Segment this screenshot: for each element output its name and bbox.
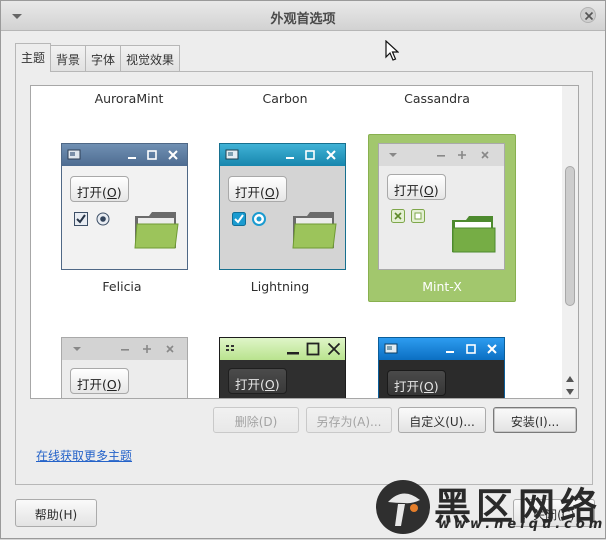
maximize-icon — [306, 342, 320, 356]
folder-icon — [134, 212, 179, 249]
mouse-cursor-icon — [385, 40, 399, 61]
theme-name: Lightning — [250, 279, 310, 294]
watermark-url: www.heiqu.com — [438, 517, 606, 532]
window-menu-icon — [226, 345, 234, 351]
scrollbar-thumb[interactable] — [565, 166, 575, 306]
preview-titlebar — [220, 144, 345, 166]
watermark: 黑区网络 www.heiqu.com — [374, 474, 606, 540]
theme-name: Felicia — [102, 279, 142, 294]
theme-preview: 打开(O) — [219, 337, 346, 398]
checkbox-checked-icon — [232, 212, 246, 226]
folder-icon — [292, 212, 337, 249]
close-icon — [166, 345, 174, 353]
preview-titlebar — [379, 144, 504, 166]
theme-preview: 打开(O) — [219, 143, 346, 270]
preview-open-button: 打开(O) — [228, 176, 287, 202]
theme-list[interactable]: AuroraMint Carbon Cassandra 打开(O) Felici… — [30, 85, 563, 399]
help-button[interactable]: 帮助(H) — [15, 499, 97, 527]
titlebar[interactable]: 外观首选项 — [1, 1, 605, 31]
preview-body: 打开(O) — [379, 166, 504, 269]
close-icon — [584, 11, 594, 21]
radio-selected-icon — [96, 212, 110, 226]
folder-icon — [452, 216, 496, 253]
preview-body: 打开(O) — [220, 166, 345, 269]
window-menu-icon — [389, 153, 397, 157]
close-icon — [481, 151, 489, 159]
preview-titlebar — [220, 338, 345, 360]
preview-body: 打开(O) — [62, 166, 187, 269]
theme-item-mint-x[interactable]: 打开(O) Mint-X — [368, 134, 516, 302]
preview-open-button: 打开(O) — [387, 174, 446, 200]
maximize-icon — [143, 345, 151, 353]
theme-preview: 打开(O) — [378, 143, 505, 270]
theme-preview: 打开(O) — [61, 143, 188, 270]
close-icon — [168, 150, 178, 160]
maximize-icon — [305, 150, 315, 160]
appearance-preferences-window: 外观首选项 主题 背景 字体 视觉效果 AuroraMint Carbon Ca… — [0, 0, 606, 539]
preview-open-button: 打开(O) — [70, 176, 129, 202]
maximize-icon — [147, 150, 157, 160]
delete-button[interactable]: 删除(D) — [213, 407, 299, 433]
preview-titlebar — [379, 338, 504, 360]
window-title: 外观首选项 — [270, 12, 336, 27]
preview-open-button: 打开(O) — [70, 368, 129, 394]
theme-preview: 打开(O) — [61, 337, 188, 398]
get-more-themes-link[interactable]: 在线获取更多主题 — [36, 447, 132, 464]
theme-list-scrollbar[interactable] — [562, 85, 579, 399]
minimize-icon — [287, 352, 299, 355]
tab-themes[interactable]: 主题 — [15, 43, 52, 72]
preview-titlebar — [62, 144, 187, 166]
preview-body: 打开(O) — [62, 360, 187, 398]
window-close-button[interactable] — [580, 7, 596, 23]
theme-item-lightning[interactable]: 打开(O) Lightning — [206, 134, 354, 302]
minimize-icon — [446, 351, 454, 353]
tab-visual-effects[interactable]: 视觉效果 — [121, 45, 181, 71]
window-icon — [384, 343, 398, 354]
window-icon — [225, 149, 239, 160]
preview-body: 打开(O) — [379, 360, 504, 398]
theme-item-partial-1[interactable]: 打开(O) — [48, 330, 196, 398]
radio-selected-icon — [411, 209, 425, 223]
install-button[interactable]: 安装(I)... — [493, 407, 577, 433]
tab-fonts[interactable]: 字体 — [86, 45, 122, 71]
tab-background[interactable]: 背景 — [51, 45, 87, 71]
scroll-down-arrow-icon[interactable] — [566, 389, 574, 395]
window-menu-icon — [73, 347, 81, 351]
theme-item-partial-3[interactable]: 打开(O) — [368, 330, 516, 398]
theme-preview: 打开(O) — [378, 337, 505, 398]
checkbox-checked-icon — [74, 212, 88, 226]
window-icon — [67, 149, 81, 160]
maximize-icon — [466, 344, 476, 354]
preview-open-button: 打开(O) — [228, 368, 287, 394]
minimize-icon — [286, 157, 294, 159]
theme-label-auroramint[interactable]: AuroraMint — [49, 91, 209, 106]
preview-titlebar — [62, 338, 187, 360]
close-icon — [326, 150, 336, 160]
minimize-icon — [121, 349, 129, 351]
tab-bar: 主题 背景 字体 视觉效果 — [15, 43, 181, 72]
theme-label-cassandra[interactable]: Cassandra — [357, 91, 517, 106]
customize-button[interactable]: 自定义(U)... — [398, 407, 486, 433]
preview-body: 打开(O) — [220, 360, 345, 398]
close-icon — [487, 344, 497, 354]
theme-item-partial-2[interactable]: 打开(O) — [206, 330, 354, 398]
radio-selected-icon — [252, 212, 266, 226]
watermark-logo-icon — [376, 480, 430, 534]
theme-name: Mint-X — [422, 279, 462, 294]
theme-label-carbon[interactable]: Carbon — [205, 91, 365, 106]
save-as-button[interactable]: 另存为(A)... — [306, 407, 392, 433]
preview-open-button: 打开(O) — [387, 370, 446, 396]
minimize-icon — [128, 157, 136, 159]
close-icon — [327, 342, 341, 356]
maximize-icon — [458, 151, 466, 159]
theme-item-felicia[interactable]: 打开(O) Felicia — [48, 134, 196, 302]
checkbox-checked-icon — [391, 209, 405, 223]
scroll-up-arrow-icon[interactable] — [566, 376, 574, 382]
minimize-icon — [437, 155, 445, 157]
